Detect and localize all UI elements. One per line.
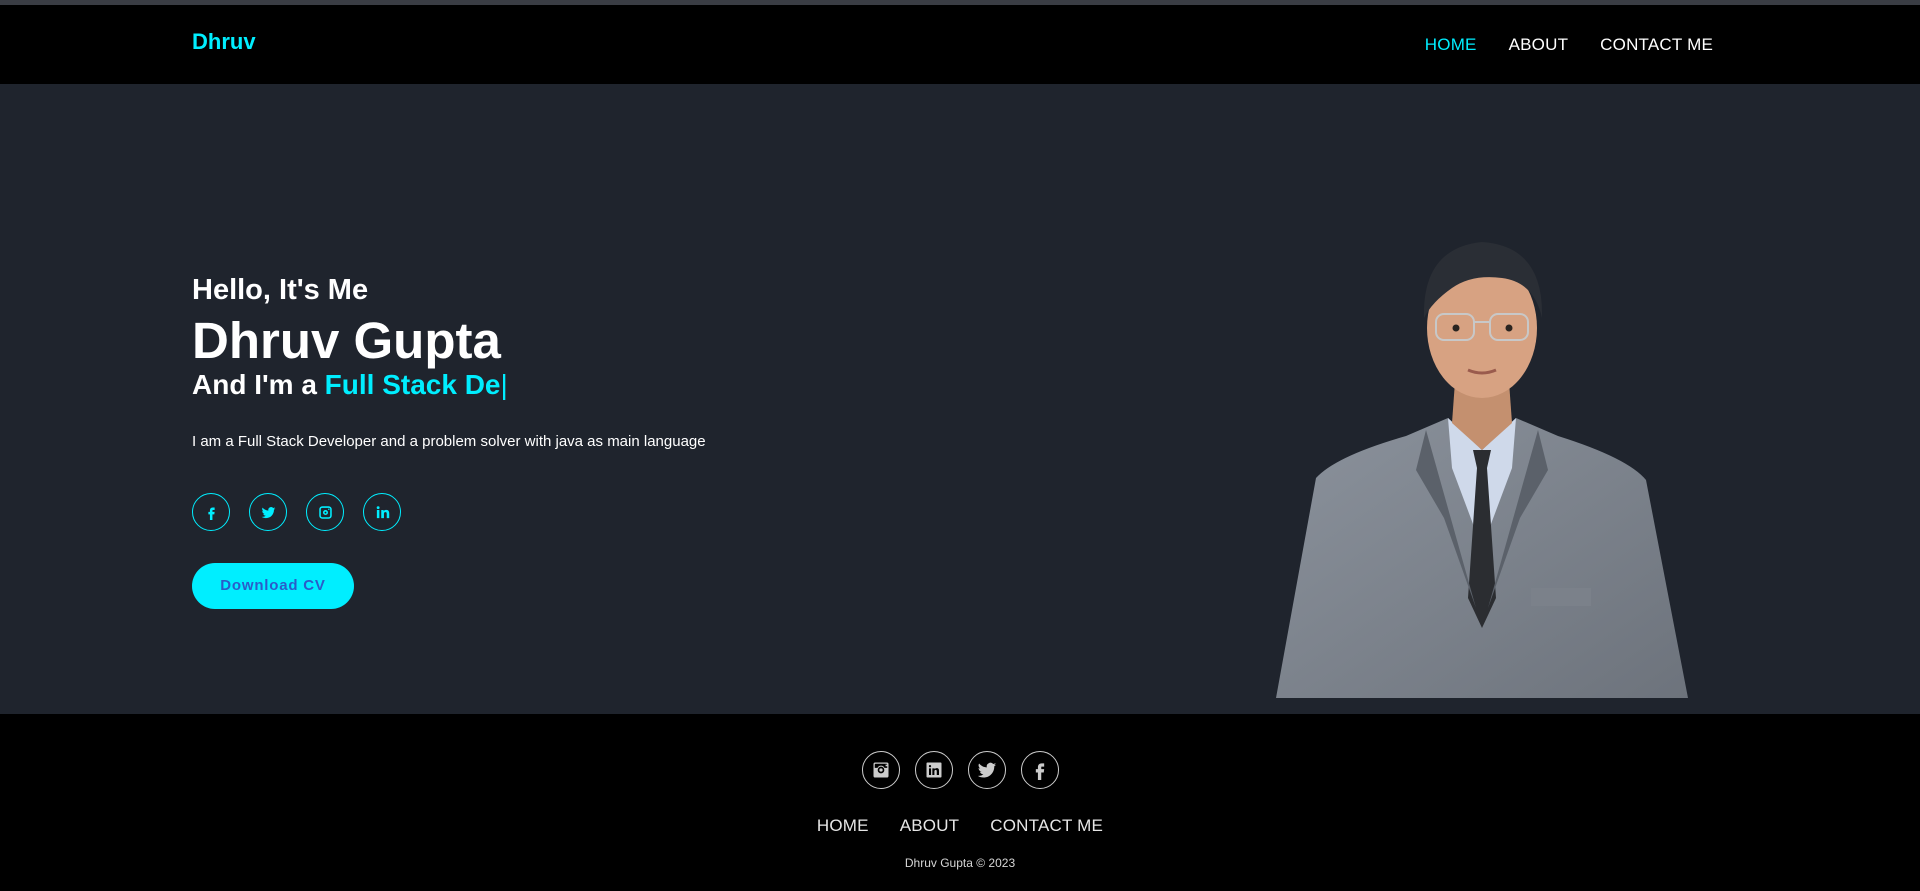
facebook-icon [1035,763,1045,780]
role-typed-text: Full Stack De [324,369,501,401]
typing-caret: | [500,369,508,401]
site-header: Dhruv HOME ABOUT CONTACT ME [0,5,1920,84]
twitter-icon [977,762,997,778]
footer-twitter-link[interactable] [968,751,1006,789]
facebook-link[interactable] [192,493,230,532]
nav-about[interactable]: ABOUT [1509,35,1569,55]
linkedin-link[interactable] [363,493,401,532]
role-prefix: And I'm a [192,369,325,401]
footer-instagram-link[interactable] [862,751,900,789]
main-nav: HOME ABOUT CONTACT ME [1425,35,1713,55]
hero-section: Hello, It's Me Dhruv Gupta And I'm a Ful… [0,84,1920,714]
footer-nav-home[interactable]: HOME [817,816,869,836]
footer-facebook-link[interactable] [1021,751,1059,789]
footer-nav-about[interactable]: ABOUT [900,816,960,836]
hero-role: And I'm a Full Stack De| [192,369,892,401]
hero-text: Hello, It's Me Dhruv Gupta And I'm a Ful… [192,274,892,610]
hero-greeting: Hello, It's Me [192,274,369,306]
twitter-link[interactable] [249,493,287,532]
footer-linkedin-link[interactable] [915,751,953,789]
hero-description: I am a Full Stack Developer and a proble… [192,433,706,451]
hero-name: Dhruv Gupta [192,312,501,369]
profile-photo [1276,242,1688,698]
nav-home[interactable]: HOME [1425,35,1477,55]
footer-social-links [862,751,1059,789]
nav-contact[interactable]: CONTACT ME [1600,35,1713,55]
instagram-icon [318,505,332,519]
instagram-link[interactable] [306,493,344,532]
download-cv-button[interactable]: Download CV [192,563,354,610]
linkedin-icon [376,505,389,518]
copyright-text: Dhruv Gupta © 2023 [904,856,1016,870]
instagram-icon [873,762,889,778]
hero-social-links [192,493,892,532]
footer-nav-contact[interactable]: CONTACT ME [990,816,1103,836]
facebook-icon [207,507,215,520]
twitter-icon [261,506,275,518]
footer-nav: HOME ABOUT CONTACT ME [0,816,1920,836]
linkedin-icon [926,762,942,778]
site-footer: HOME ABOUT CONTACT ME Dhruv Gupta © 2023 [0,714,1920,891]
logo[interactable]: Dhruv [192,29,256,55]
